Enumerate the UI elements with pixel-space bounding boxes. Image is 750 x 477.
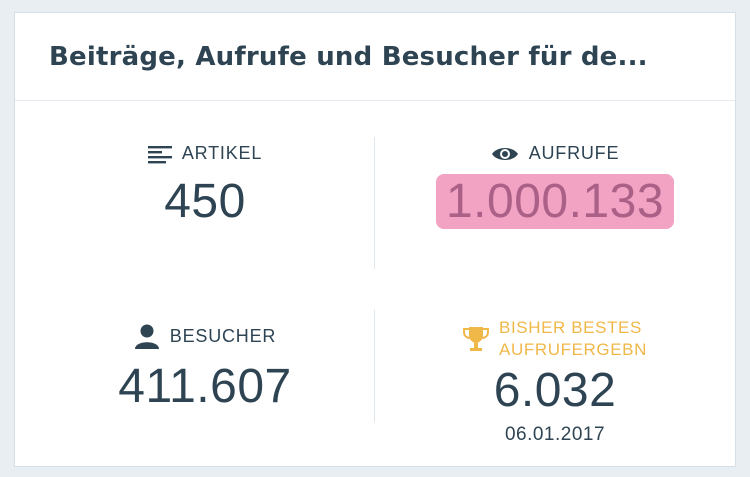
- trophy-icon: [463, 325, 490, 353]
- stat-articles-value: 450: [164, 175, 246, 228]
- stat-best-date: 06.01.2017: [504, 424, 606, 445]
- stat-articles-label: ARTIKEL: [181, 143, 263, 163]
- stat-views-label: AUFRUFE: [528, 143, 620, 163]
- stat-best-label-line2: AUFRUFERGEBN: [499, 340, 647, 359]
- stat-views-label-row: AUFRUFE: [375, 143, 735, 164]
- person-icon: [134, 323, 160, 349]
- stat-views-value-wrap: 1.000.133: [375, 174, 735, 229]
- stats-card: Beiträge, Aufrufe und Besucher für de...…: [14, 12, 736, 467]
- stat-visitors[interactable]: BESUCHER 411.607: [25, 323, 385, 414]
- stat-visitors-label: BESUCHER: [169, 325, 277, 346]
- stat-best-label: BISHER BESTES AUFRUFERGEBN: [499, 317, 647, 361]
- stat-best-label-row: BISHER BESTES AUFRUFERGEBN: [375, 317, 735, 361]
- stat-articles[interactable]: ARTIKEL 450: [25, 143, 385, 229]
- stat-visitors-label-row: BESUCHER: [25, 323, 385, 349]
- card-title: Beiträge, Aufrufe und Besucher für de...: [49, 41, 648, 72]
- stat-best-label-line1: BISHER BESTES: [499, 318, 642, 337]
- stat-best-value: 6.032: [493, 364, 617, 417]
- stat-views-value: 1.000.133: [435, 174, 675, 229]
- stat-views[interactable]: AUFRUFE 1.000.133: [375, 143, 735, 229]
- posts-icon: [147, 144, 172, 164]
- stat-visitors-value: 411.607: [118, 360, 292, 413]
- stat-best[interactable]: BISHER BESTES AUFRUFERGEBN 6.032 06.01.2…: [375, 317, 735, 446]
- stat-articles-label-row: ARTIKEL: [25, 143, 385, 164]
- card-header: Beiträge, Aufrufe und Besucher für de...: [15, 13, 735, 101]
- eye-icon: [491, 145, 519, 163]
